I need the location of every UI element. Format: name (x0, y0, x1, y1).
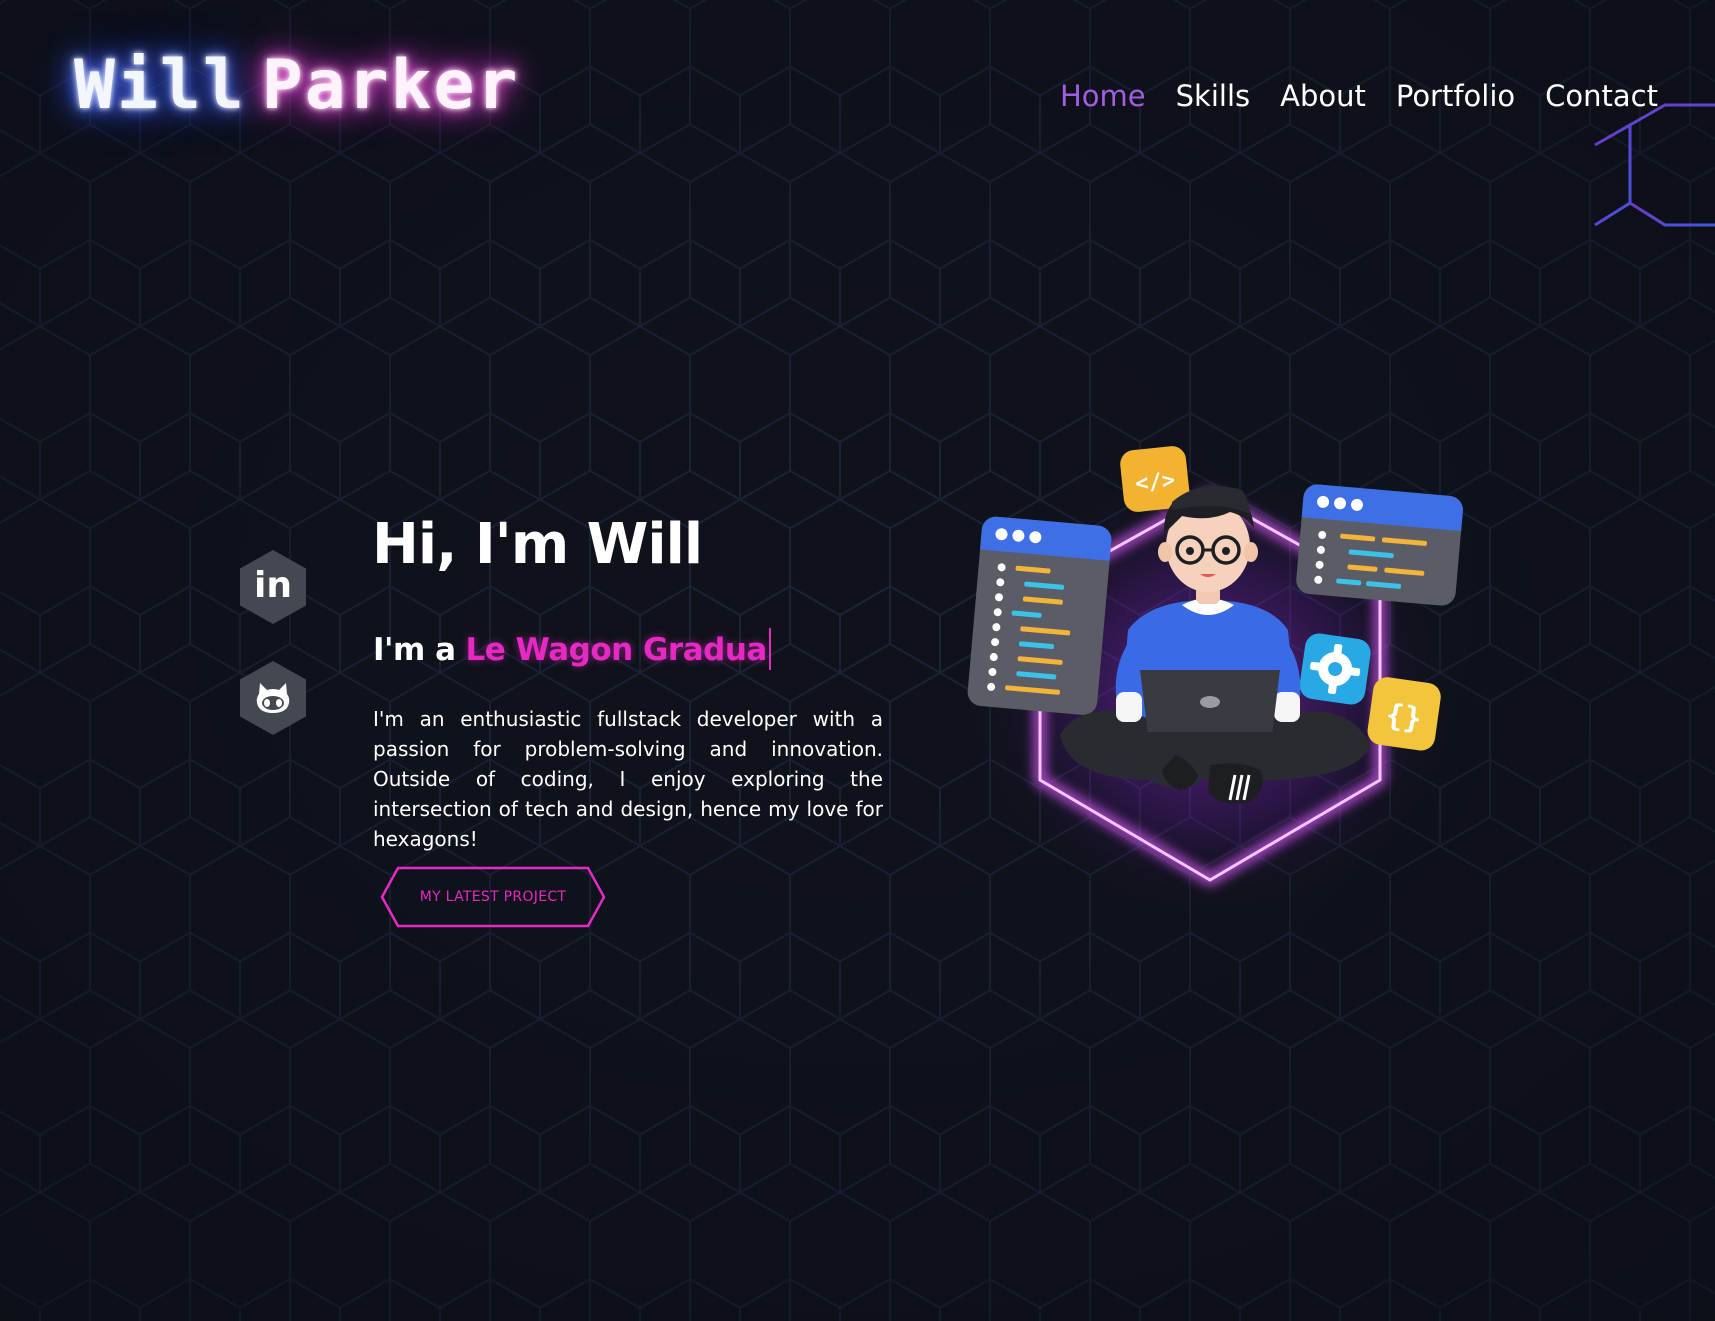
site-logo[interactable]: Will Parker (74, 46, 519, 126)
hero-title: Hi, I'm Will (372, 512, 703, 577)
typing-caret (768, 627, 771, 670)
svg-text:{}: {} (1383, 697, 1424, 737)
nav-home[interactable]: Home (1060, 76, 1146, 116)
nav-portfolio[interactable]: Portfolio (1396, 76, 1515, 116)
braces-badge-icon: {} (1367, 677, 1441, 751)
subtitle-prefix: I'm a (373, 632, 456, 668)
corner-hex-accent (1594, 103, 1715, 295)
page: Will Parker Home Skills About Portfolio C… (0, 0, 1715, 1321)
logo-last-name: Parker (261, 46, 520, 125)
nav-contact[interactable]: Contact (1545, 76, 1658, 116)
logo-first-name: Will (74, 46, 246, 125)
linkedin-icon: in (254, 565, 292, 606)
code-window-left-icon (967, 516, 1112, 715)
code-window-right-icon (1296, 484, 1463, 606)
hero-description: I'm an enthusiastic fullstack developer … (373, 707, 883, 851)
latest-project-label: MY LATEST PROJECT (419, 889, 567, 905)
main-nav: Home Skills About Portfolio Contact (1060, 76, 1658, 116)
latest-project-button[interactable]: MY LATEST PROJECT (380, 866, 606, 928)
developer-illustration: </> {} (960, 446, 1463, 910)
svg-text:</>: </> (1134, 468, 1176, 497)
nav-skills[interactable]: Skills (1176, 76, 1250, 116)
github-icon (256, 683, 290, 713)
hero-subtitle: I'm a Le Wagon Gradua (373, 626, 771, 674)
typed-role-text: Le Wagon Gradua (465, 632, 768, 668)
nav-about[interactable]: About (1280, 76, 1366, 116)
gear-badge-icon (1299, 633, 1371, 705)
